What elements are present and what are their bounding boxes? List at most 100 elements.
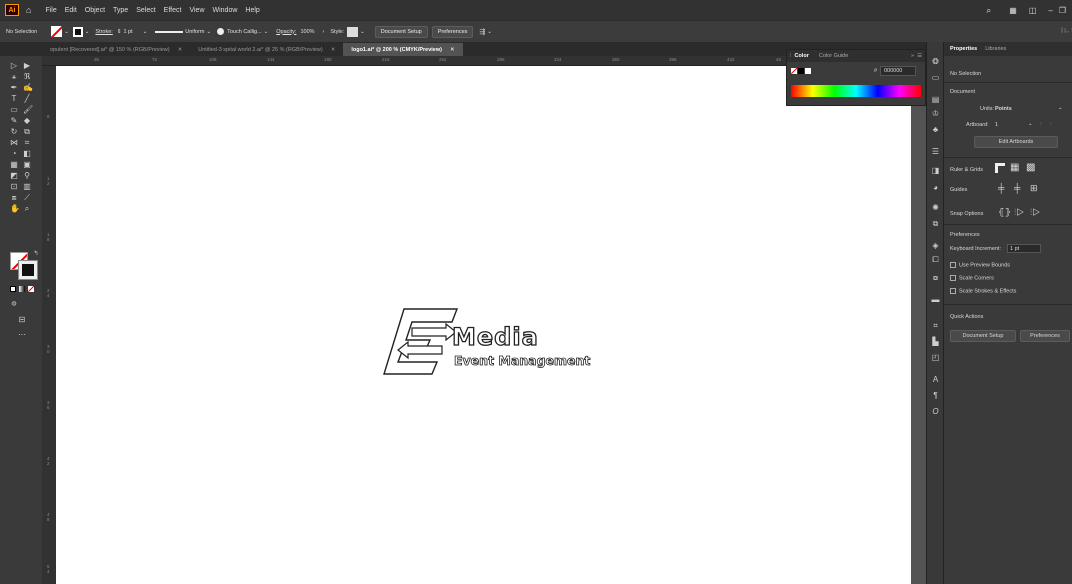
document-info-icon[interactable]: ▭ — [931, 74, 940, 82]
color-themes-icon[interactable]: ✺ — [931, 204, 940, 212]
export-icon[interactable]: ⧠ — [931, 256, 940, 264]
quick-document-setup-button[interactable]: Document Setup — [950, 330, 1016, 342]
black-swatch[interactable] — [798, 68, 804, 74]
workspace-icon[interactable]: ◫ — [1029, 6, 1037, 15]
gradient-tool-icon[interactable]: ◩ — [10, 172, 18, 180]
brush-definition[interactable]: Touch Callig... — [227, 29, 262, 35]
artboard-dropdown-icon[interactable]: ⌄ — [1028, 121, 1033, 127]
artboard-select[interactable]: 1 — [995, 122, 998, 128]
arrange-icon[interactable]: ⇶ — [479, 28, 485, 36]
draw-mode-icon[interactable]: ◍ — [10, 300, 18, 308]
menu-window[interactable]: Window — [213, 7, 238, 14]
slice-tool-icon[interactable]: ⟋ — [23, 194, 31, 202]
grid-icon[interactable]: ▦ — [1010, 162, 1019, 173]
none-mode-icon[interactable] — [28, 286, 34, 292]
graphic-style-swatch[interactable] — [347, 26, 359, 37]
shape-builder-tool-icon[interactable]: ◔ — [10, 150, 18, 158]
image-trace-icon[interactable]: ⧉ — [931, 220, 940, 228]
hex-input[interactable]: 000000 — [880, 66, 916, 76]
home-icon[interactable]: ⌂ — [26, 5, 31, 15]
rulers-icon[interactable] — [995, 163, 1005, 173]
panel-collapse-icon[interactable]: ⁞ — [790, 53, 792, 59]
align-panel-icon[interactable]: ▙ — [931, 338, 940, 346]
next-artboard-icon[interactable]: › — [1050, 121, 1052, 127]
scale-corners-checkbox[interactable]: Scale Corners — [950, 275, 994, 281]
pen-tool-icon[interactable]: ✒ — [10, 84, 18, 92]
stroke-weight-dropdown-icon[interactable]: ⌄ — [143, 29, 148, 35]
vertical-ruler[interactable]: 6 1 2 1 8 2 4 3 0 3 6 4 2 4 8 5 4 — [42, 66, 56, 584]
gradient-panel-icon[interactable]: ◨ — [931, 167, 940, 175]
menu-view[interactable]: View — [189, 7, 204, 14]
panel-menu-icon[interactable]: ☰ — [917, 53, 922, 59]
character-icon[interactable]: A — [931, 376, 940, 384]
keyboard-increment-input[interactable]: 1 pt — [1007, 244, 1041, 253]
stroke-swatch[interactable] — [72, 26, 83, 37]
comments-icon[interactable]: ▬ — [931, 296, 940, 304]
color-mode-icon[interactable] — [10, 286, 16, 292]
eyedropper-tool-icon[interactable]: ⚲ — [23, 172, 31, 180]
blend-tool-icon[interactable]: ⊡ — [10, 183, 18, 191]
rotate-tool-icon[interactable]: ↻ — [10, 128, 18, 136]
menu-object[interactable]: Object — [85, 7, 105, 14]
opacity-input[interactable]: 100% — [300, 29, 314, 35]
column-graph-tool-icon[interactable]: ▥ — [23, 183, 31, 191]
screen-mode-icon[interactable]: ⊟ — [18, 316, 26, 324]
search-icon[interactable]: ⌕ — [986, 5, 991, 16]
prev-artboard-icon[interactable]: ‹ — [1040, 121, 1042, 127]
eraser-tool-icon[interactable]: ◆ — [23, 117, 31, 125]
align-icon[interactable]: ⫿ ⫾⌄ ⫶ — [1061, 28, 1072, 35]
tab-logo1[interactable]: logo1.ai* @ 200 % (CMYK/Preview) ✕ — [343, 43, 463, 56]
stroke-weight-input[interactable]: 1 pt — [123, 29, 132, 35]
expand-icon[interactable]: » — [911, 53, 914, 59]
tab-properties[interactable]: Properties — [950, 46, 977, 52]
curvature-tool-icon[interactable]: ✍ — [23, 84, 33, 92]
guides-show-icon[interactable]: ╪ — [998, 183, 1004, 193]
units-dropdown-icon[interactable]: ⌄ — [1058, 105, 1063, 111]
snap-point-icon[interactable]: ⦃⦄ — [998, 207, 1011, 218]
zoom-tool-icon[interactable]: ⌕ — [23, 205, 31, 213]
transform-icon[interactable]: ⌗ — [931, 322, 940, 330]
logo-wordmark[interactable]: Media — [451, 323, 539, 350]
perspective-grid-tool-icon[interactable]: ▦ — [10, 161, 18, 169]
opacity-arrow-icon[interactable]: › — [323, 29, 325, 35]
lasso-tool-icon[interactable]: ℜ — [23, 73, 31, 81]
none-swatch[interactable] — [791, 68, 797, 74]
brush-dropdown-icon[interactable]: ⌄ — [264, 29, 269, 35]
opentype-icon[interactable]: O — [931, 408, 940, 416]
tab-color-guide[interactable]: Color Guide — [819, 53, 848, 59]
menu-edit[interactable]: Edit — [65, 7, 77, 14]
fill-dropdown-icon[interactable]: ⌄ — [64, 29, 69, 35]
swap-fill-stroke-icon[interactable]: ↰ — [32, 250, 40, 258]
tab-libraries[interactable]: Libraries — [985, 46, 1006, 52]
fill-swatch[interactable] — [51, 26, 63, 37]
scale-tool-icon[interactable]: ⧉ — [23, 128, 31, 136]
menu-file[interactable]: File — [45, 7, 56, 14]
stroke-weight-stepper[interactable]: ⇕ — [117, 29, 122, 35]
tab-opulent[interactable]: opulent [Recovered].ai* @ 150 % (RGB/Pre… — [42, 43, 190, 56]
preferences-button[interactable]: Preferences — [431, 25, 474, 38]
width-tool-icon[interactable]: ⋈ — [10, 139, 18, 147]
transparency-icon[interactable]: ◕ — [931, 184, 940, 192]
paintbrush-tool-icon[interactable]: 🖌 — [23, 106, 33, 114]
menu-select[interactable]: Select — [136, 7, 155, 14]
document-setup-button[interactable]: Document Setup — [374, 25, 428, 38]
layers-icon[interactable]: ◈ — [931, 242, 940, 250]
magic-wand-tool-icon[interactable]: ⚹ — [10, 73, 18, 81]
profile-dropdown-icon[interactable]: ⌄ — [207, 29, 212, 35]
tab-color[interactable]: Color — [795, 53, 809, 59]
opacity-label[interactable]: Opacity: — [276, 29, 296, 35]
line-tool-icon[interactable]: ╱ — [23, 95, 31, 103]
stroke-label[interactable]: Stroke: — [95, 29, 112, 35]
direct-selection-tool-icon[interactable]: ▶ — [23, 62, 31, 70]
white-swatch[interactable] — [805, 68, 811, 74]
menu-type[interactable]: Type — [113, 7, 128, 14]
appearance-icon[interactable]: ❂ — [931, 58, 940, 66]
guides-lock-icon[interactable]: ╪ — [1014, 183, 1020, 193]
free-transform-tool-icon[interactable]: ⌗ — [23, 139, 31, 147]
paragraph-icon[interactable]: ¶ — [931, 392, 940, 400]
logo-tagline[interactable]: Event Management — [454, 353, 591, 368]
pathfinder-icon[interactable]: ◰ — [931, 354, 940, 362]
club-icon[interactable]: ♣ — [931, 126, 940, 134]
type-tool-icon[interactable]: T — [10, 95, 18, 103]
mesh-tool-icon[interactable]: ▣ — [23, 161, 31, 169]
